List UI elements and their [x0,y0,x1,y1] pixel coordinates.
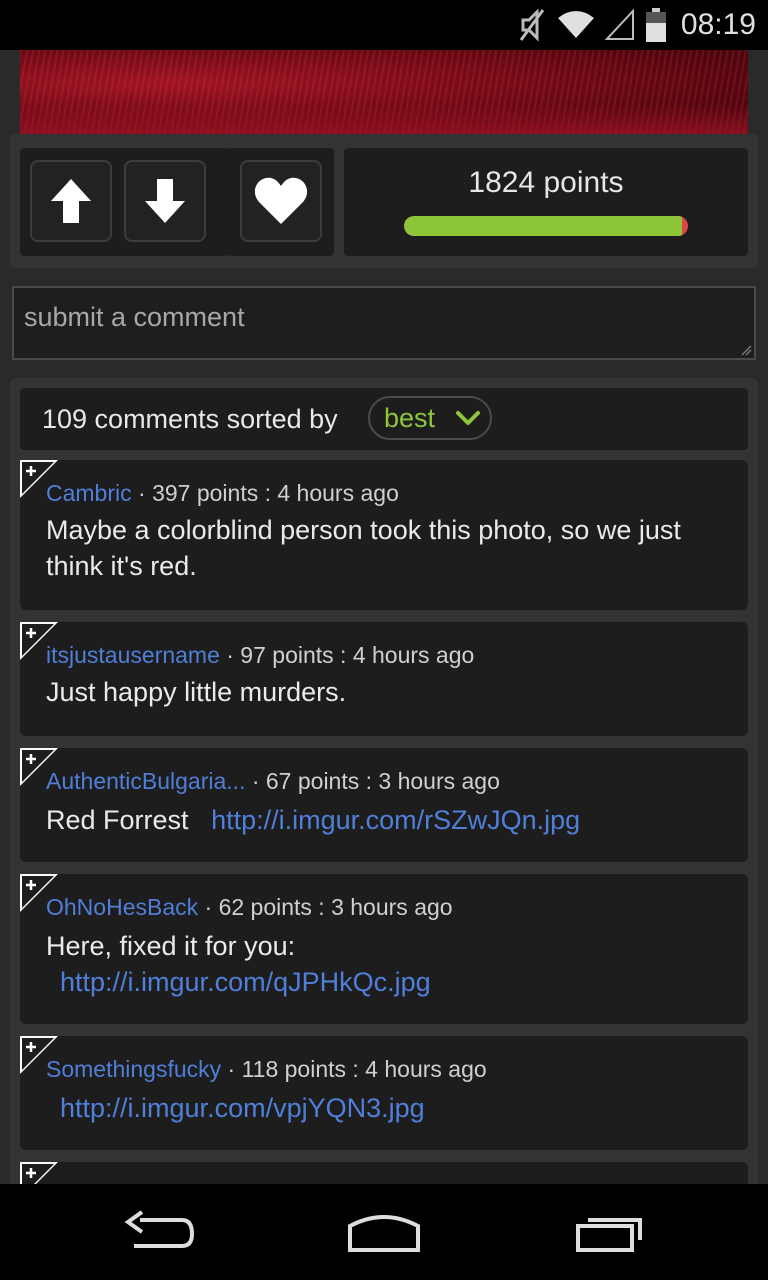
comment-text-line: Maybe a colorblind person took this phot… [46,515,681,545]
status-time: 08:19 [680,8,756,41]
comment-points-time: · 118 points : 4 hours ago [221,1056,487,1082]
comment-meta: itsjustausername · 97 points : 4 hours a… [46,642,474,669]
vote-panel: 1824 points [10,134,758,268]
comment-item: itsjustausername · 97 points : 4 hours a… [20,622,748,736]
favorite-button[interactable] [240,160,322,242]
upvote-button[interactable] [30,160,112,242]
comment-item: Somethingsfucky · 118 points : 4 hours a… [20,1036,748,1150]
comment-item: OhNoHesBack · 62 points : 3 hours ago He… [20,874,748,1024]
status-icons: 08:19 [517,6,756,44]
navigation-bar [0,1184,768,1280]
comment-username[interactable]: OhNoHesBack [46,894,198,920]
comment-username[interactable]: itsjustausername [46,642,220,668]
comment-text: Red Forrest [46,805,189,835]
comment-meta: AuthenticBulgaria... · 67 points : 3 hou… [46,768,500,795]
comment-item: AuthenticBulgaria... · 67 points : 3 hou… [20,748,748,862]
wifi-icon [557,11,594,38]
comment-link[interactable]: http://i.imgur.com/qJPHkQc.jpg [46,964,736,1000]
comment-points-time: · 97 points : 4 hours ago [219,642,475,668]
comment-points-time: · 397 points : 4 hours ago [131,480,399,506]
comment-item: Cambric · 397 points : 4 hours ago Maybe… [20,460,748,610]
comment-body: http://i.imgur.com/vpjYQN3.jpg [46,1090,750,1126]
status-bar: 08:19 [0,0,768,50]
comment-link[interactable]: http://i.imgur.com/rSZwJQn.jpg [211,805,580,835]
arrow-up-icon [51,179,91,223]
vote-ratio-fill [404,216,683,236]
comment-meta: OhNoHesBack · 62 points : 3 hours ago [46,894,453,921]
mute-icon [519,8,545,42]
vote-buttons-group [20,148,230,256]
comment-link[interactable]: http://i.imgur.com/vpjYQN3.jpg [60,1093,425,1123]
comment-username[interactable]: AuthenticBulgaria... [46,768,245,794]
comment-body: Maybe a colorblind person took this phot… [46,512,736,584]
comment-username[interactable]: Somethingsfucky [46,1056,221,1082]
arrow-down-icon [145,179,185,223]
comment-username[interactable]: Cambric [46,480,132,506]
heart-icon [254,177,308,224]
comment-text-line: think it's red. [46,551,197,581]
chevron-down-icon [456,411,480,425]
points-box: 1824 points [344,148,748,256]
post-image[interactable] [20,50,748,134]
comment-body: Here, fixed it for you: http://i.imgur.c… [46,928,736,1000]
comment-input[interactable] [12,286,756,360]
comment-body: Just happy little murders. [46,677,347,707]
back-icon[interactable] [124,1210,196,1254]
comment-meta: Somethingsfucky · 118 points : 4 hours a… [46,1056,487,1083]
comment-points-time: · 62 points : 3 hours ago [198,894,453,920]
comment-points-time: · 67 points : 3 hours ago [245,768,500,794]
comment-meta: Cambric · 397 points : 4 hours ago [46,480,399,507]
resize-grip-icon [741,345,752,356]
comments-count-label: 109 comments sorted by [42,404,338,434]
comment-body: Red Forrest http://i.imgur.com/rSZwJQn.j… [46,802,736,838]
comments-header: 109 comments sorted by best [20,388,748,450]
sort-dropdown[interactable]: best [368,396,492,440]
sort-value: best [384,402,436,433]
recent-apps-icon[interactable] [574,1210,646,1254]
signal-icon [604,9,634,40]
battery-icon [645,8,666,42]
post-points: 1824 points [468,166,624,199]
vote-ratio-bar [404,216,688,236]
comment-text: Here, fixed it for you: [46,931,296,961]
favorite-group [228,148,334,256]
home-icon[interactable] [346,1210,422,1254]
comments-panel: 109 comments sorted by best Cambric · 39… [10,378,758,1222]
downvote-button[interactable] [124,160,206,242]
